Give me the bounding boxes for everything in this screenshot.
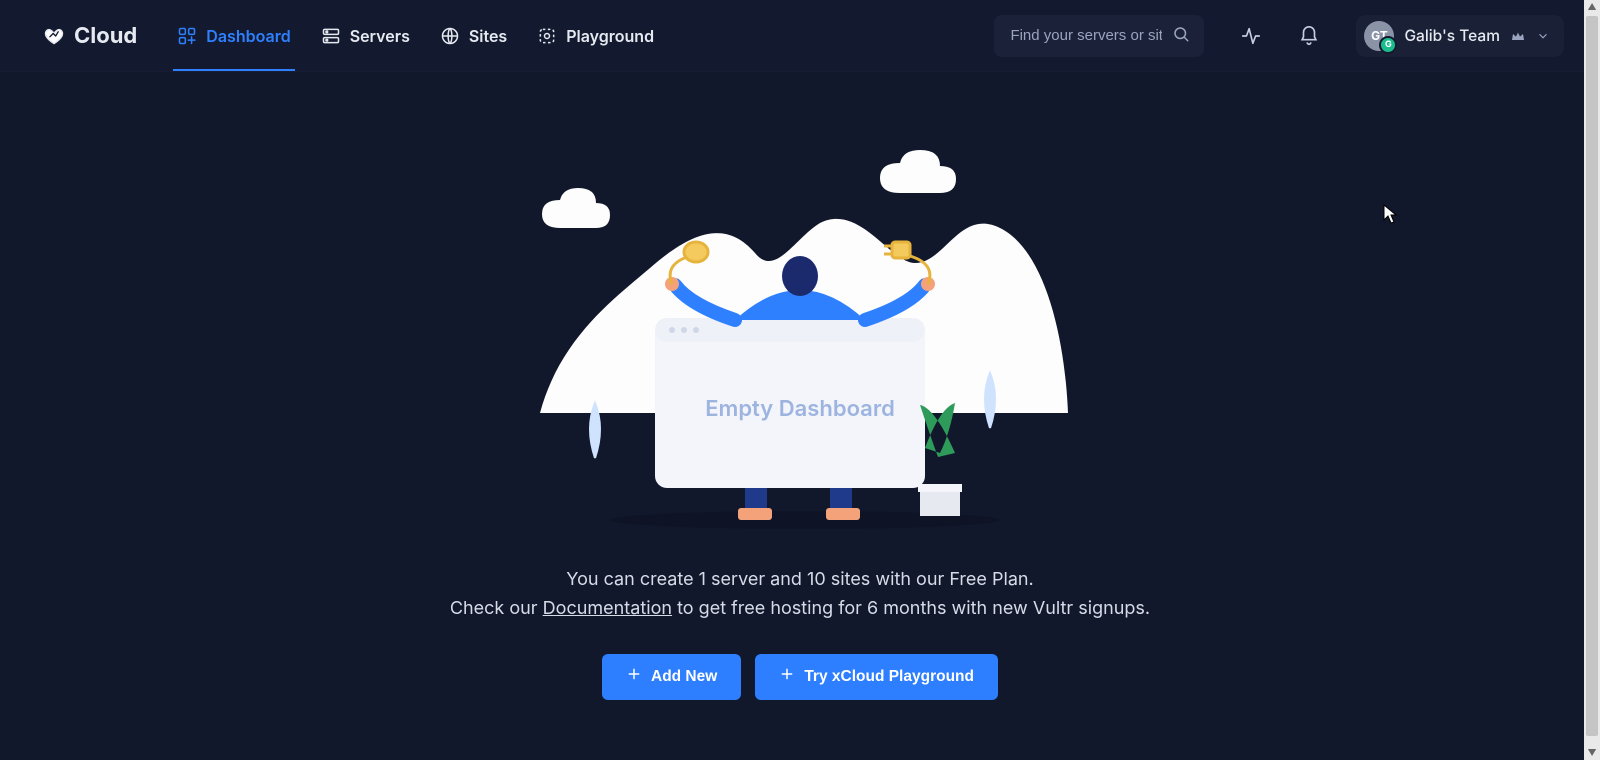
dashboard-main: Empty Dashboard You can create 1 server … <box>0 72 1600 760</box>
chevron-down-icon <box>1536 29 1550 43</box>
nav-playground[interactable]: Playground <box>533 0 658 71</box>
nav-dashboard[interactable]: Dashboard <box>173 0 294 71</box>
nav-label: Dashboard <box>206 26 290 46</box>
plus-icon <box>626 666 642 687</box>
brand-name: Cloud <box>74 23 137 49</box>
nav-label: Playground <box>566 26 654 46</box>
empty-state-actions: Add New Try xCloud Playground <box>602 654 998 700</box>
empty-state-title: Empty Dashboard <box>520 396 1080 422</box>
logo-icon <box>44 26 64 46</box>
crown-icon <box>1510 28 1526 44</box>
empty-state-message: You can create 1 server and 10 sites wit… <box>450 566 1150 624</box>
documentation-link[interactable]: Documentation <box>543 598 672 619</box>
scroll-thumb[interactable] <box>1586 16 1598 736</box>
team-avatar: GT <box>1364 21 1394 51</box>
dashboard-icon <box>177 26 197 46</box>
notifications-icon[interactable] <box>1298 25 1320 47</box>
search-icon <box>1172 25 1190 47</box>
search-input[interactable] <box>1008 26 1164 45</box>
button-label: Add New <box>651 668 717 686</box>
app-header: Cloud Dashboard Servers Sites Playgrou <box>0 0 1600 72</box>
nav-servers[interactable]: Servers <box>317 0 414 71</box>
empty-state-illustration: Empty Dashboard <box>520 148 1080 538</box>
primary-nav: Dashboard Servers Sites Playground <box>173 0 658 71</box>
playground-icon <box>537 26 557 46</box>
activity-icon[interactable] <box>1240 25 1262 47</box>
plus-icon <box>779 666 795 687</box>
empty-line-2: Check our Documentation to get free host… <box>450 595 1150 624</box>
scroll-up-icon[interactable]: ▲ <box>1584 0 1600 14</box>
team-switcher[interactable]: GT Galib's Team <box>1356 15 1564 57</box>
nav-label: Servers <box>350 26 410 46</box>
team-name: Galib's Team <box>1404 26 1500 45</box>
nav-label: Sites <box>469 26 507 46</box>
empty-line-1: You can create 1 server and 10 sites wit… <box>450 566 1150 595</box>
globe-icon <box>440 26 460 46</box>
brand-logo[interactable]: Cloud <box>44 23 137 49</box>
avatar-initials: GT <box>1371 28 1388 43</box>
scroll-down-icon[interactable]: ▼ <box>1584 746 1600 760</box>
window-scrollbar[interactable]: ▲ ▼ <box>1584 0 1600 760</box>
add-new-button[interactable]: Add New <box>602 654 741 700</box>
button-label: Try xCloud Playground <box>804 668 974 686</box>
global-search[interactable] <box>994 15 1204 57</box>
nav-sites[interactable]: Sites <box>436 0 511 71</box>
try-playground-button[interactable]: Try xCloud Playground <box>755 654 998 700</box>
servers-icon <box>321 26 341 46</box>
